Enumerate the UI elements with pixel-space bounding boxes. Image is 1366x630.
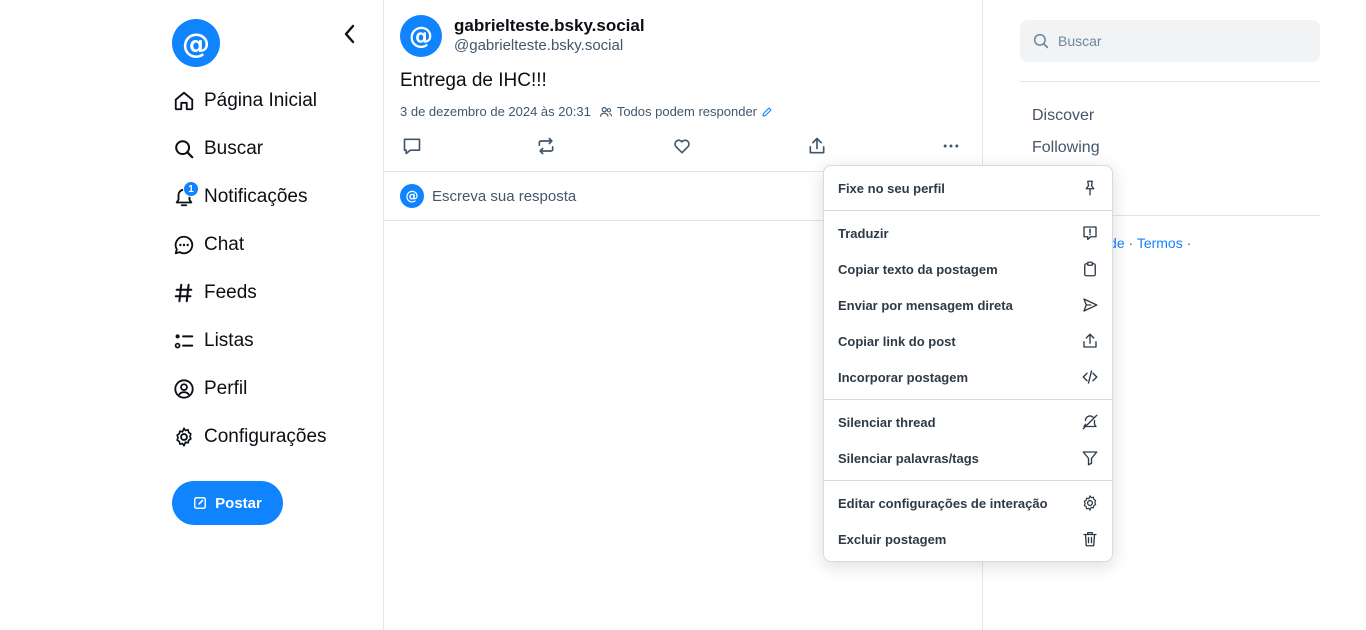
divider bbox=[1020, 81, 1320, 82]
chat-icon bbox=[172, 233, 196, 257]
search-input[interactable]: Buscar bbox=[1020, 20, 1320, 62]
menu-item-delete[interactable]: Excluir postagem bbox=[824, 521, 1112, 557]
nav-item-search[interactable]: Buscar bbox=[172, 125, 327, 173]
menu-item-label: Enviar por mensagem direta bbox=[838, 297, 1013, 313]
nav-label-search: Buscar bbox=[204, 138, 264, 159]
logo-glyph: @ bbox=[182, 26, 210, 60]
nav-label-notifications: Notificações bbox=[204, 186, 308, 207]
reply-avatar: @ bbox=[400, 184, 424, 208]
people-icon bbox=[599, 105, 613, 119]
nav-item-profile[interactable]: Perfil bbox=[172, 365, 327, 413]
author-display-name[interactable]: gabrielteste.bsky.social bbox=[454, 16, 645, 36]
hash-icon bbox=[172, 281, 196, 305]
app-logo-avatar[interactable]: @ bbox=[172, 19, 220, 67]
reply-placeholder: Escreva sua resposta bbox=[432, 187, 577, 205]
post-timestamp[interactable]: 3 de dezembro de 2024 às 20:31 bbox=[400, 104, 591, 119]
search-icon bbox=[1032, 32, 1050, 50]
reply-icon[interactable] bbox=[400, 134, 424, 158]
edit-pencil-icon bbox=[761, 106, 773, 118]
menu-item-label: Silenciar palavras/tags bbox=[838, 450, 979, 466]
menu-item-send-dm[interactable]: Enviar por mensagem direta bbox=[824, 287, 1112, 323]
search-placeholder: Buscar bbox=[1058, 33, 1102, 49]
like-heart-icon[interactable] bbox=[670, 134, 694, 158]
menu-item-embed[interactable]: Incorporar postagem bbox=[824, 359, 1112, 395]
author-handle[interactable]: @gabrielteste.bsky.social bbox=[454, 37, 623, 54]
send-icon bbox=[1080, 295, 1100, 315]
left-navigation: @ Página Inicial Buscar 1 Notificações C… bbox=[0, 0, 383, 630]
reply-avatar-glyph: @ bbox=[405, 188, 419, 204]
post-meta: 3 de dezembro de 2024 às 20:31 Todos pod… bbox=[400, 104, 773, 119]
filter-icon bbox=[1080, 448, 1100, 468]
post-actions bbox=[400, 134, 966, 158]
menu-item-label: Excluir postagem bbox=[838, 531, 947, 547]
list-icon bbox=[172, 329, 196, 353]
nav-item-chat[interactable]: Chat bbox=[172, 221, 327, 269]
menu-divider bbox=[824, 210, 1112, 211]
nav-label-chat: Chat bbox=[204, 234, 245, 255]
author-avatar-glyph: @ bbox=[409, 22, 433, 50]
reply-setting[interactable]: Todos podem responder bbox=[599, 104, 773, 119]
reply-setting-label: Todos podem responder bbox=[616, 104, 758, 119]
repost-icon[interactable] bbox=[534, 134, 558, 158]
menu-item-interaction-settings[interactable]: Editar configurações de interação bbox=[824, 485, 1112, 521]
feed-link-discover[interactable]: Discover bbox=[1032, 107, 1094, 125]
user-icon bbox=[172, 377, 196, 401]
compose-post-button[interactable]: Postar bbox=[172, 481, 283, 525]
translate-icon bbox=[1080, 223, 1100, 243]
menu-item-label: Editar configurações de interação bbox=[838, 495, 1048, 511]
menu-item-mute-words[interactable]: Silenciar palavras/tags bbox=[824, 440, 1112, 476]
more-options-icon[interactable] bbox=[939, 134, 963, 158]
compose-post-label: Postar bbox=[215, 494, 262, 512]
nav-label-profile: Perfil bbox=[204, 378, 248, 399]
menu-divider bbox=[824, 399, 1112, 400]
menu-item-mute-thread[interactable]: Silenciar thread bbox=[824, 404, 1112, 440]
nav-label-home: Página Inicial bbox=[204, 90, 318, 111]
menu-item-label: Incorporar postagem bbox=[838, 369, 969, 385]
menu-item-copy-text[interactable]: Copiar texto da postagem bbox=[824, 251, 1112, 287]
compose-icon bbox=[193, 496, 207, 510]
menu-item-copy-link[interactable]: Copiar link do post bbox=[824, 323, 1112, 359]
bell-icon: 1 bbox=[172, 181, 199, 209]
gear-icon bbox=[172, 425, 196, 449]
pin-icon bbox=[1080, 178, 1100, 198]
feed-link-following[interactable]: Following bbox=[1032, 139, 1100, 157]
footer-separator: · bbox=[1182, 235, 1192, 251]
menu-item-label: Copiar link do post bbox=[838, 333, 956, 349]
search-icon bbox=[172, 137, 196, 161]
collapse-chevron-icon[interactable] bbox=[336, 20, 364, 48]
post-text: Entrega de IHC!!! bbox=[400, 70, 547, 91]
nav-item-settings[interactable]: Configurações bbox=[172, 413, 327, 461]
clipboard-icon bbox=[1080, 259, 1100, 279]
share-icon[interactable] bbox=[805, 134, 829, 158]
mute-bell-icon bbox=[1080, 412, 1100, 432]
nav-label-lists: Listas bbox=[204, 330, 254, 351]
menu-item-translate[interactable]: Traduzir bbox=[824, 215, 1112, 251]
footer-separator: · bbox=[1124, 235, 1137, 251]
menu-item-label: Copiar texto da postagem bbox=[838, 261, 998, 277]
gear-icon bbox=[1080, 493, 1100, 513]
home-icon bbox=[172, 89, 196, 113]
menu-item-label: Fixe no seu perfil bbox=[838, 180, 945, 196]
nav-label-settings: Configurações bbox=[204, 426, 327, 447]
nav-item-notifications[interactable]: 1 Notificações bbox=[172, 173, 327, 221]
menu-item-label: Traduzir bbox=[838, 225, 889, 241]
post-options-menu: Fixe no seu perfil Traduzir Copiar texto… bbox=[823, 165, 1113, 562]
share-icon bbox=[1080, 331, 1100, 351]
author-avatar[interactable]: @ bbox=[400, 15, 442, 57]
nav-list: Página Inicial Buscar 1 Notificações Cha… bbox=[172, 77, 327, 461]
nav-label-feeds: Feeds bbox=[204, 282, 257, 303]
nav-item-lists[interactable]: Listas bbox=[172, 317, 327, 365]
trash-icon bbox=[1080, 529, 1100, 549]
notification-badge: 1 bbox=[183, 181, 199, 197]
code-icon bbox=[1080, 367, 1100, 387]
footer-link-terms[interactable]: Termos bbox=[1137, 235, 1183, 251]
menu-divider bbox=[824, 480, 1112, 481]
nav-item-home[interactable]: Página Inicial bbox=[172, 77, 327, 125]
menu-item-pin[interactable]: Fixe no seu perfil bbox=[824, 170, 1112, 206]
menu-item-label: Silenciar thread bbox=[838, 414, 936, 430]
nav-item-feeds[interactable]: Feeds bbox=[172, 269, 327, 317]
